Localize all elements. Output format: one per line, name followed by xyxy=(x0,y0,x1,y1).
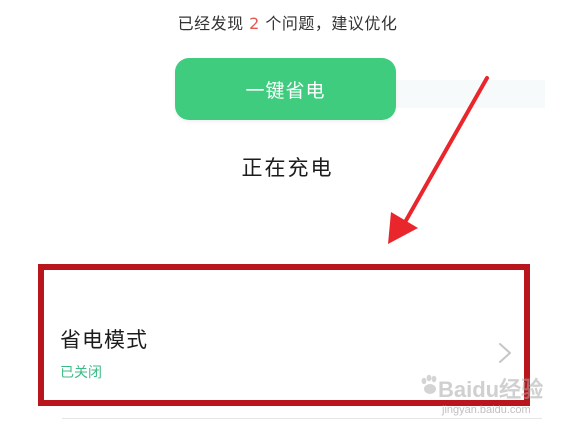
issues-summary-prefix: 已经发现 xyxy=(177,14,250,33)
issue-count: 2 xyxy=(249,14,260,33)
battery-settings-screen: 已经发现 2 个问题，建议优化 一键省电 正在充电 省电模式 已关闭 Baidu… xyxy=(0,0,575,428)
one-tap-power-save-button[interactable]: 一键省电 xyxy=(175,58,396,120)
faint-background-bar xyxy=(395,80,545,108)
power-saving-mode-title: 省电模式 xyxy=(60,328,148,352)
chevron-right-icon xyxy=(499,343,511,363)
issues-summary-suffix: 个问题，建议优化 xyxy=(259,14,398,33)
watermark-brand: Baidu经验 xyxy=(438,377,544,402)
watermark-url: jingyan.baidu.com xyxy=(442,404,531,416)
issues-summary: 已经发现 2 个问题，建议优化 xyxy=(0,10,575,34)
baidu-jingyan-watermark: Baidu经验 jingyan.baidu.com xyxy=(420,372,570,424)
paw-logo-icon xyxy=(421,374,437,394)
power-saving-mode-status: 已关闭 xyxy=(60,365,102,381)
charging-status: 正在充电 xyxy=(241,156,334,180)
one-tap-power-save-label: 一键省电 xyxy=(245,79,326,102)
